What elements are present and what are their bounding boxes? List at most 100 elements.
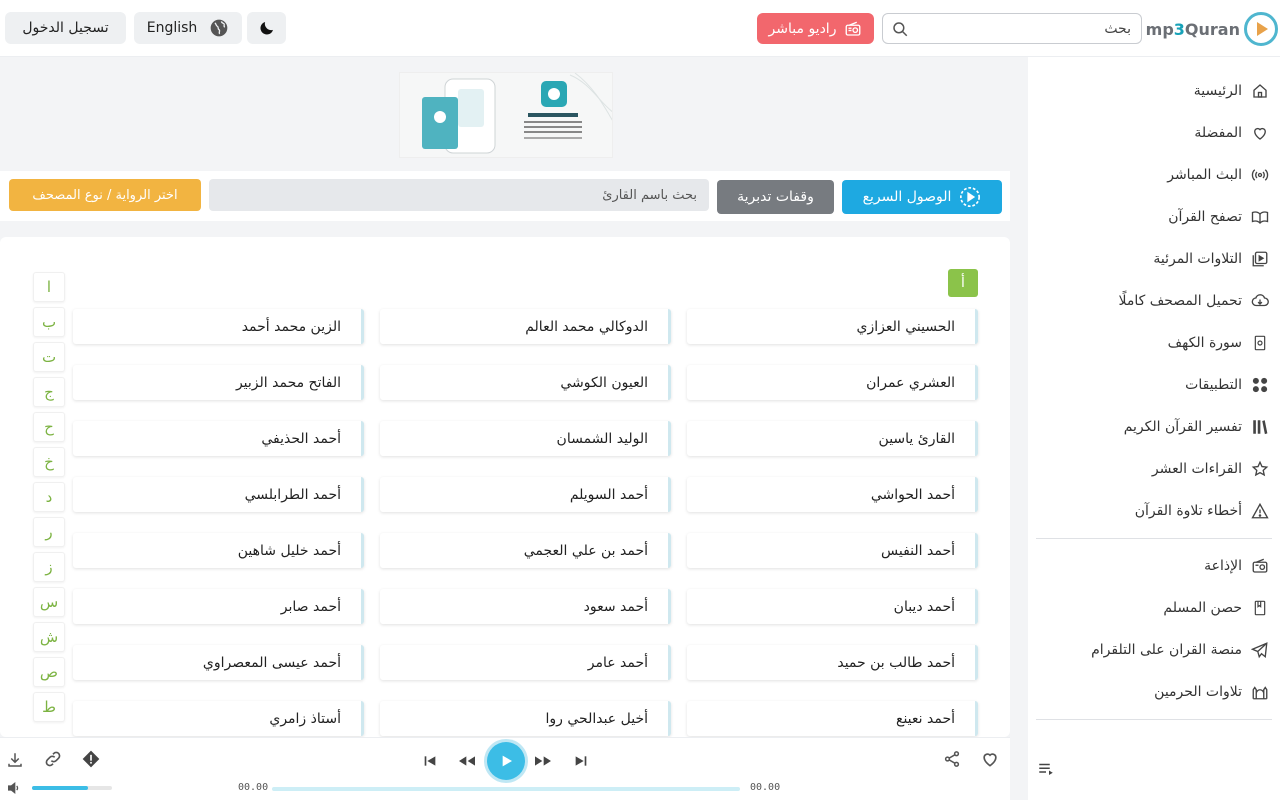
reader-toolbar: الوصول السريع وقفات تدبرية اختر الرواية …: [0, 171, 1010, 221]
alphabet-letter[interactable]: ح: [33, 412, 65, 442]
sidebar-item-home[interactable]: الرئيسية: [1194, 76, 1270, 106]
volume-slider[interactable]: [32, 786, 112, 790]
progress-bar[interactable]: [272, 787, 740, 791]
alphabet-letter[interactable]: ب: [33, 307, 65, 337]
alphabet-letter[interactable]: ص: [33, 657, 65, 687]
reader-search-input[interactable]: [209, 179, 709, 211]
sidebar-item-label: منصة القران على التلقرام: [1091, 642, 1242, 658]
reader-card[interactable]: أحمد عيسى المعصراوي: [73, 645, 364, 680]
reader-card[interactable]: أحمد بن علي العجمي: [380, 533, 671, 568]
readers-panel: أ ا ب ت ج ح خ د ر ز س ش ص ط الحسيني العز…: [0, 237, 1010, 737]
star-icon: [1250, 459, 1270, 479]
warning-icon: [1250, 501, 1270, 521]
language-label: English: [146, 20, 198, 36]
reader-card[interactable]: القارئ ياسين: [687, 421, 978, 456]
alphabet-letter[interactable]: خ: [33, 447, 65, 477]
sidebar-item-recitation-errors[interactable]: أخطاء تلاوة القرآن: [1135, 496, 1270, 526]
reader-card[interactable]: العشري عمران: [687, 365, 978, 400]
quick-access-button[interactable]: الوصول السريع: [842, 180, 1002, 214]
sidebar-item-live[interactable]: البث المباشر: [1167, 160, 1270, 190]
play-button[interactable]: [487, 742, 525, 780]
reader-card[interactable]: أحمد الحواشي: [687, 477, 978, 512]
sidebar-item-tafsir[interactable]: تفسير القرآن الكريم: [1124, 412, 1270, 442]
reader-card[interactable]: أحمد الطرابلسي: [73, 477, 364, 512]
sidebar-item-browse-quran[interactable]: تصفح القرآن: [1168, 202, 1270, 232]
alphabet-letter[interactable]: ج: [33, 377, 65, 407]
search-icon[interactable]: [891, 20, 909, 38]
alphabet-letter[interactable]: ا: [33, 272, 65, 302]
alphabet-letter[interactable]: ر: [33, 517, 65, 547]
dark-mode-toggle[interactable]: [247, 12, 286, 44]
reader-card[interactable]: أستاذ زامري: [73, 701, 364, 736]
login-button[interactable]: تسجيل الدخول: [5, 12, 126, 44]
reader-card[interactable]: العيون الكوشي: [380, 365, 671, 400]
sidebar-item-hisn-muslim[interactable]: حصن المسلم: [1163, 593, 1270, 623]
sidebar-item-label: التلاوات المرئية: [1153, 251, 1242, 267]
radio-icon: [846, 21, 861, 36]
sidebar-item-download-mushaf[interactable]: تحميل المصحف كاملًا: [1119, 286, 1270, 316]
sidebar-item-ten-readings[interactable]: القراءات العشر: [1152, 454, 1270, 484]
sidebar-item-radio[interactable]: الإذاعة: [1204, 551, 1270, 581]
reader-card[interactable]: أحمد النفيس: [687, 533, 978, 568]
sidebar-item-favorites[interactable]: المفضلة: [1194, 118, 1270, 148]
reader-card[interactable]: أحمد طالب بن حميد: [687, 645, 978, 680]
skip-previous-icon[interactable]: [420, 751, 440, 771]
fast-forward-icon[interactable]: [533, 751, 553, 771]
sidebar-item-videos[interactable]: التلاوات المرئية: [1153, 244, 1270, 274]
alphabet-letter[interactable]: ز: [33, 552, 65, 582]
language-button[interactable]: English: [134, 12, 242, 44]
favorite-heart-icon[interactable]: [980, 749, 1000, 769]
alphabet-letter[interactable]: د: [33, 482, 65, 512]
audio-player: 00.00 00.00: [0, 737, 1010, 800]
sidebar-item-label: تفسير القرآن الكريم: [1123, 419, 1242, 435]
sidebar-item-al-kahf[interactable]: سورة الكهف: [1168, 328, 1270, 358]
skip-next-icon[interactable]: [571, 751, 591, 771]
reader-card[interactable]: أحمد نعينع: [687, 701, 978, 736]
heart-icon: [1250, 123, 1270, 143]
download-icon[interactable]: [5, 750, 25, 770]
reader-card[interactable]: الزين محمد أحمد: [73, 309, 364, 344]
live-radio-button[interactable]: راديو مباشر: [757, 13, 874, 44]
contemplation-button[interactable]: وقفات تدبرية: [717, 180, 834, 214]
playlist-icon[interactable]: [1036, 759, 1056, 779]
sidebar-item-label: تحميل المصحف كاملًا: [1118, 293, 1242, 309]
reader-card[interactable]: أحمد الحذيفي: [73, 421, 364, 456]
reader-card[interactable]: أحمد صابر: [73, 589, 364, 624]
rewind-icon[interactable]: [457, 751, 477, 771]
logo-play-icon: [1244, 12, 1278, 46]
alphabet-letter[interactable]: ط: [33, 692, 65, 722]
reader-card[interactable]: الحسيني العزازي: [687, 309, 978, 344]
top-header: mp3Quran راديو مباشر English تسجيل الدخو…: [0, 0, 1280, 57]
open-book-icon: [1250, 207, 1270, 227]
reader-card[interactable]: الوليد الشمسان: [380, 421, 671, 456]
reader-card[interactable]: أحمد ديبان: [687, 589, 978, 624]
search-input[interactable]: [931, 18, 1131, 40]
book-icon: [1250, 333, 1270, 353]
reader-card[interactable]: أحمد سعود: [380, 589, 671, 624]
volume-icon[interactable]: [4, 778, 24, 798]
reader-card[interactable]: الفاتح محمد الزبير: [73, 365, 364, 400]
logo-text: mp3Quran: [1145, 19, 1240, 39]
sidebar-item-telegram[interactable]: منصة القران على التلقرام: [1091, 635, 1270, 665]
report-icon[interactable]: [81, 749, 101, 769]
reader-card[interactable]: أحمد خليل شاهين: [73, 533, 364, 568]
play-icon: [502, 755, 512, 767]
logo[interactable]: mp3Quran: [1146, 11, 1278, 47]
bookmark-icon: [1250, 598, 1270, 618]
reader-card[interactable]: أحمد عامر: [380, 645, 671, 680]
sidebar-item-label: أخطاء تلاوة القرآن: [1134, 503, 1242, 519]
share-icon[interactable]: [942, 749, 962, 769]
app-promo-banner[interactable]: [399, 72, 613, 158]
alphabet-letter[interactable]: ش: [33, 622, 65, 652]
reader-card[interactable]: أخيل عبدالحي روا: [380, 701, 671, 736]
reader-card[interactable]: الدوكالي محمد العالم: [380, 309, 671, 344]
sidebar-item-apps[interactable]: التطبيقات: [1185, 370, 1270, 400]
reader-card[interactable]: أحمد السويلم: [380, 477, 671, 512]
alphabet-letter[interactable]: س: [33, 587, 65, 617]
search-box: [882, 13, 1142, 44]
riwaya-select-button[interactable]: اختر الرواية / نوع المصحف: [9, 179, 201, 211]
alphabet-letter[interactable]: ت: [33, 342, 65, 372]
radio-icon: [1250, 556, 1270, 576]
link-icon[interactable]: [43, 749, 63, 769]
sidebar-item-haramain[interactable]: تلاوات الحرمين: [1154, 677, 1270, 707]
